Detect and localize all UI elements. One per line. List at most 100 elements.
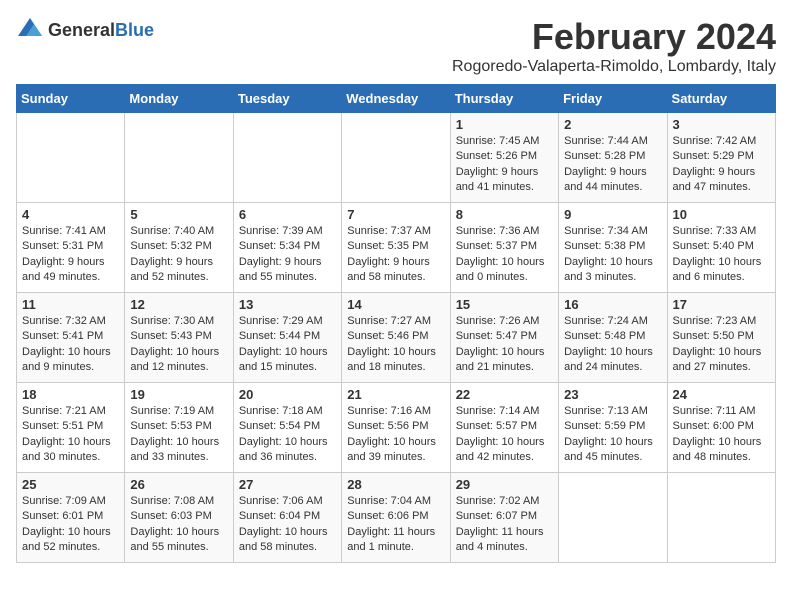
day-content: Sunrise: 7:34 AM Sunset: 5:38 PM Dayligh…: [564, 224, 661, 286]
day-number: 28: [347, 477, 444, 492]
calendar-cell: [125, 113, 233, 203]
logo: GeneralBlue: [16, 16, 154, 44]
calendar-cell: 24 Sunrise: 7:11 AM Sunset: 6:00 PM Dayli…: [667, 383, 775, 473]
header: GeneralBlue February 2024 Rogoredo-Valap…: [16, 16, 776, 76]
day-content: Sunrise: 7:14 AM Sunset: 5:57 PM Dayligh…: [456, 404, 553, 466]
calendar-cell: 26 Sunrise: 7:08 AM Sunset: 6:03 PM Dayli…: [125, 473, 233, 563]
title-area: February 2024 Rogoredo-Valaperta-Rimoldo…: [452, 16, 776, 76]
day-number: 15: [456, 297, 553, 312]
calendar-week-1: 1Sunrise: 7:45 AM Sunset: 5:26 PM Daylig…: [17, 113, 776, 203]
logo-blue: Blue: [115, 20, 154, 40]
day-content: Sunrise: 7:29 AM Sunset: 5:44 PM Dayligh…: [239, 314, 336, 376]
calendar-cell: 29 Sunrise: 7:02 AM Sunset: 6:07 PM Dayli…: [450, 473, 558, 563]
day-content: Sunrise: 7:44 AM Sunset: 5:28 PM Dayligh…: [564, 134, 661, 196]
day-content: Sunrise: 7:26 AM Sunset: 5:47 PM Dayligh…: [456, 314, 553, 376]
header-monday: Monday: [125, 85, 233, 113]
day-content: Sunrise: 7:02 AM Sunset: 6:07 PM Dayligh…: [456, 494, 553, 556]
calendar-header: Sunday Monday Tuesday Wednesday Thursday…: [17, 85, 776, 113]
calendar-cell: 28 Sunrise: 7:04 AM Sunset: 6:06 PM Dayli…: [342, 473, 450, 563]
day-content: Sunrise: 7:40 AM Sunset: 5:32 PM Dayligh…: [130, 224, 227, 286]
day-number: 11: [22, 297, 119, 312]
day-number: 29: [456, 477, 553, 492]
calendar-cell: 8 Sunrise: 7:36 AM Sunset: 5:37 PM Daylig…: [450, 203, 558, 293]
calendar-cell: [559, 473, 667, 563]
calendar-week-2: 4Sunrise: 7:41 AM Sunset: 5:31 PM Daylig…: [17, 203, 776, 293]
calendar-cell: 9 Sunrise: 7:34 AM Sunset: 5:38 PM Daylig…: [559, 203, 667, 293]
calendar-cell: [233, 113, 341, 203]
day-number: 3: [673, 117, 770, 132]
calendar-cell: 6 Sunrise: 7:39 AM Sunset: 5:34 PM Daylig…: [233, 203, 341, 293]
logo-general: General: [48, 20, 115, 40]
day-number: 17: [673, 297, 770, 312]
calendar-cell: 15 Sunrise: 7:26 AM Sunset: 5:47 PM Dayli…: [450, 293, 558, 383]
day-content: Sunrise: 7:41 AM Sunset: 5:31 PM Dayligh…: [22, 224, 119, 286]
calendar-week-3: 11Sunrise: 7:32 AM Sunset: 5:41 PM Dayli…: [17, 293, 776, 383]
day-number: 25: [22, 477, 119, 492]
logo-text: GeneralBlue: [48, 20, 154, 41]
calendar-cell: 16Sunrise: 7:24 AM Sunset: 5:48 PM Dayli…: [559, 293, 667, 383]
calendar-cell: 17 Sunrise: 7:23 AM Sunset: 5:50 PM Dayli…: [667, 293, 775, 383]
calendar-cell: [342, 113, 450, 203]
day-number: 5: [130, 207, 227, 222]
calendar-week-5: 25 Sunrise: 7:09 AM Sunset: 6:01 PM Dayli…: [17, 473, 776, 563]
header-wednesday: Wednesday: [342, 85, 450, 113]
day-number: 10: [673, 207, 770, 222]
day-number: 2: [564, 117, 661, 132]
day-number: 9: [564, 207, 661, 222]
day-content: Sunrise: 7:39 AM Sunset: 5:34 PM Dayligh…: [239, 224, 336, 286]
day-content: Sunrise: 7:45 AM Sunset: 5:26 PM Dayligh…: [456, 134, 553, 196]
day-content: Sunrise: 7:37 AM Sunset: 5:35 PM Dayligh…: [347, 224, 444, 286]
day-number: 26: [130, 477, 227, 492]
day-number: 27: [239, 477, 336, 492]
calendar-cell: 12Sunrise: 7:30 AM Sunset: 5:43 PM Dayli…: [125, 293, 233, 383]
day-number: 19: [130, 387, 227, 402]
logo-icon: [16, 16, 44, 44]
calendar-body: 1Sunrise: 7:45 AM Sunset: 5:26 PM Daylig…: [17, 113, 776, 563]
day-content: Sunrise: 7:23 AM Sunset: 5:50 PM Dayligh…: [673, 314, 770, 376]
day-content: Sunrise: 7:11 AM Sunset: 6:00 PM Dayligh…: [673, 404, 770, 466]
calendar-cell: 25 Sunrise: 7:09 AM Sunset: 6:01 PM Dayli…: [17, 473, 125, 563]
day-number: 8: [456, 207, 553, 222]
calendar-cell: 10Sunrise: 7:33 AM Sunset: 5:40 PM Dayli…: [667, 203, 775, 293]
calendar-cell: 5 Sunrise: 7:40 AM Sunset: 5:32 PM Daylig…: [125, 203, 233, 293]
calendar-title: February 2024: [452, 16, 776, 58]
day-content: Sunrise: 7:06 AM Sunset: 6:04 PM Dayligh…: [239, 494, 336, 556]
day-content: Sunrise: 7:27 AM Sunset: 5:46 PM Dayligh…: [347, 314, 444, 376]
calendar-cell: 20 Sunrise: 7:18 AM Sunset: 5:54 PM Dayli…: [233, 383, 341, 473]
calendar-cell: [17, 113, 125, 203]
calendar-cell: 21Sunrise: 7:16 AM Sunset: 5:56 PM Dayli…: [342, 383, 450, 473]
calendar-cell: 27 Sunrise: 7:06 AM Sunset: 6:04 PM Dayli…: [233, 473, 341, 563]
day-content: Sunrise: 7:08 AM Sunset: 6:03 PM Dayligh…: [130, 494, 227, 556]
day-number: 23: [564, 387, 661, 402]
day-content: Sunrise: 7:19 AM Sunset: 5:53 PM Dayligh…: [130, 404, 227, 466]
calendar-cell: 19 Sunrise: 7:19 AM Sunset: 5:53 PM Dayli…: [125, 383, 233, 473]
day-number: 24: [673, 387, 770, 402]
header-sunday: Sunday: [17, 85, 125, 113]
day-content: Sunrise: 7:21 AM Sunset: 5:51 PM Dayligh…: [22, 404, 119, 466]
header-thursday: Thursday: [450, 85, 558, 113]
day-content: Sunrise: 7:18 AM Sunset: 5:54 PM Dayligh…: [239, 404, 336, 466]
calendar-cell: 1Sunrise: 7:45 AM Sunset: 5:26 PM Daylig…: [450, 113, 558, 203]
calendar-cell: 23 Sunrise: 7:13 AM Sunset: 5:59 PM Dayli…: [559, 383, 667, 473]
day-content: Sunrise: 7:04 AM Sunset: 6:06 PM Dayligh…: [347, 494, 444, 556]
day-number: 22: [456, 387, 553, 402]
day-number: 13: [239, 297, 336, 312]
calendar-week-4: 18 Sunrise: 7:21 AM Sunset: 5:51 PM Dayli…: [17, 383, 776, 473]
day-number: 6: [239, 207, 336, 222]
day-content: Sunrise: 7:13 AM Sunset: 5:59 PM Dayligh…: [564, 404, 661, 466]
calendar-cell: 4Sunrise: 7:41 AM Sunset: 5:31 PM Daylig…: [17, 203, 125, 293]
calendar-cell: 11Sunrise: 7:32 AM Sunset: 5:41 PM Dayli…: [17, 293, 125, 383]
day-number: 16: [564, 297, 661, 312]
day-number: 14: [347, 297, 444, 312]
calendar-subtitle: Rogoredo-Valaperta-Rimoldo, Lombardy, It…: [452, 58, 776, 76]
day-number: 7: [347, 207, 444, 222]
calendar-cell: 3Sunrise: 7:42 AM Sunset: 5:29 PM Daylig…: [667, 113, 775, 203]
header-friday: Friday: [559, 85, 667, 113]
day-content: Sunrise: 7:36 AM Sunset: 5:37 PM Dayligh…: [456, 224, 553, 286]
day-number: 20: [239, 387, 336, 402]
day-number: 21: [347, 387, 444, 402]
day-content: Sunrise: 7:30 AM Sunset: 5:43 PM Dayligh…: [130, 314, 227, 376]
day-number: 18: [22, 387, 119, 402]
day-content: Sunrise: 7:09 AM Sunset: 6:01 PM Dayligh…: [22, 494, 119, 556]
header-tuesday: Tuesday: [233, 85, 341, 113]
